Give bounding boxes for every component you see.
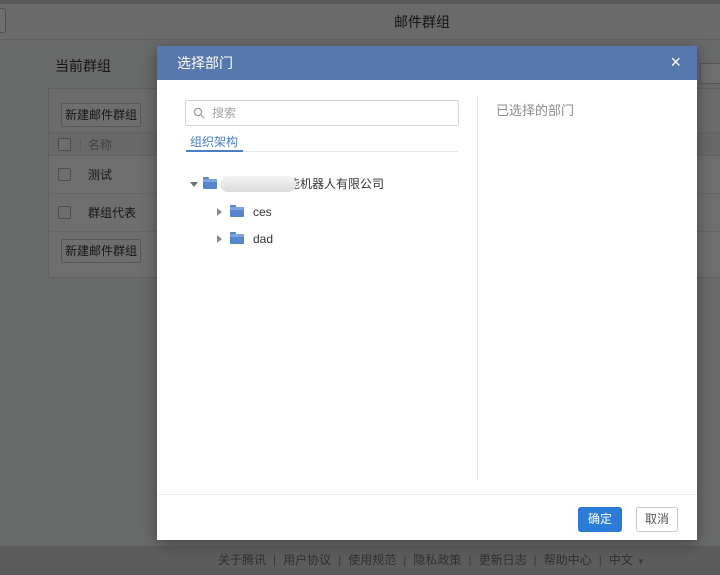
selected-departments-title: 已选择的部门 (496, 103, 575, 118)
screen: 邮件群组 当前群组 新建邮件群组 名称 测试 群组代表 新建邮件群组 (0, 0, 720, 575)
select-department-dialog: 选择部门 × 组织架构 能机器人有限公司 ces dad (157, 46, 697, 540)
folder-icon (203, 177, 217, 189)
collapse-arrow-icon[interactable] (190, 182, 198, 187)
search-icon (193, 107, 205, 119)
tab-active-underline (186, 150, 243, 152)
expand-arrow-icon[interactable] (217, 208, 222, 216)
tree-node-label: ces (253, 205, 272, 219)
panel-divider (477, 96, 478, 480)
tree-node-company[interactable]: 能机器人有限公司 (157, 171, 477, 197)
redaction-blur (220, 176, 296, 192)
expand-arrow-icon[interactable] (217, 235, 222, 243)
department-search (185, 100, 459, 126)
tree-node-label: dad (253, 232, 274, 246)
dialog-header: 选择部门 × (157, 46, 697, 80)
folder-icon (230, 205, 244, 217)
close-icon[interactable]: × (670, 46, 681, 80)
dialog-title: 选择部门 (177, 55, 233, 71)
folder-icon (230, 232, 244, 244)
tree-node-department[interactable]: dad (157, 226, 477, 252)
footer-divider (157, 494, 697, 495)
cancel-button[interactable]: 取消 (636, 507, 678, 532)
confirm-button[interactable]: 确定 (578, 507, 622, 532)
search-input[interactable] (185, 100, 459, 126)
tree-node-department[interactable]: ces (157, 199, 477, 225)
